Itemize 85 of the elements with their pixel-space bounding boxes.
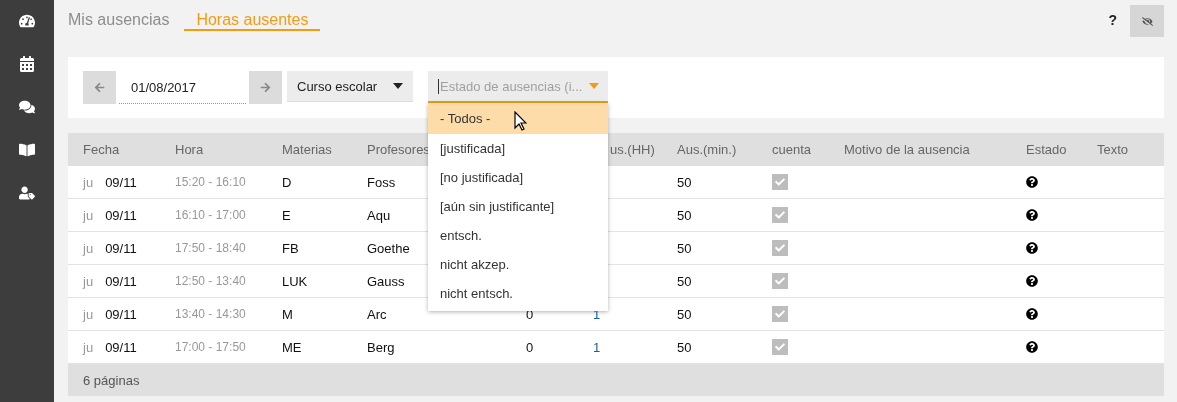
checkbox[interactable]: [772, 273, 788, 289]
time-cell: 17:00 - 17:50: [175, 340, 246, 354]
time-cell: 12:50 - 13:40: [175, 274, 246, 288]
minutes-cell: 50: [677, 306, 692, 322]
column-header: us.(HH): [609, 141, 655, 157]
weekday-cell: ju: [83, 273, 94, 289]
subject-cell: E: [282, 207, 291, 223]
dropdown-option[interactable]: entsch.: [428, 221, 608, 250]
subject-cell: ME: [282, 339, 302, 355]
arrow-left-icon: [94, 82, 105, 93]
column-header: Estado: [1026, 141, 1067, 157]
check-icon: [775, 342, 785, 352]
weekday-cell: ju: [83, 240, 94, 256]
date-cell: 09/11: [105, 207, 137, 223]
checkbox[interactable]: [772, 339, 788, 355]
time-cell: 17:50 - 18:40: [175, 241, 246, 255]
next-button[interactable]: [249, 71, 282, 104]
weekday-cell: ju: [83, 174, 94, 190]
column-header: Aus.(min.): [677, 141, 737, 157]
check-icon: [775, 309, 785, 319]
arrow-right-icon: [260, 82, 271, 93]
status-select[interactable]: Estado de ausencias (i...: [428, 71, 608, 103]
subject-cell: LUK: [282, 273, 308, 289]
period-select[interactable]: Curso escolar: [287, 71, 413, 102]
column-header: Fecha: [83, 141, 120, 157]
teacher-cell: Gauss: [367, 273, 405, 289]
time-cell: 16:10 - 17:00: [175, 208, 246, 222]
help-button[interactable]: ?: [1108, 12, 1117, 28]
book-icon[interactable]: [19, 142, 35, 158]
time-cell: 13:40 - 14:30: [175, 307, 246, 321]
teacher-cell: Goethe: [367, 240, 410, 256]
dropdown-option[interactable]: nicht entsch.: [428, 279, 608, 308]
teacher-cell: Foss: [367, 174, 396, 190]
date-cell: 09/11: [105, 174, 137, 190]
minutes-cell: 50: [677, 207, 692, 223]
mouse-pointer-icon: [514, 111, 527, 131]
check-icon: [775, 177, 785, 187]
weekday-cell: ju: [83, 306, 94, 322]
previous-button[interactable]: [83, 71, 116, 104]
weekday-cell: ju: [83, 207, 94, 223]
dropdown-option[interactable]: - Todos -: [428, 103, 608, 134]
minutes-cell: 50: [677, 240, 692, 256]
column-header: cuenta: [772, 141, 812, 157]
teacher-cell: Aqu: [367, 207, 391, 223]
checkbox[interactable]: [772, 240, 788, 256]
dropdown-option[interactable]: [no justificada]: [428, 163, 608, 192]
date-cell: 09/11: [105, 273, 137, 289]
checkbox[interactable]: [772, 207, 788, 223]
column-header: Texto: [1097, 141, 1129, 157]
teacher-cell: Arc: [367, 306, 387, 322]
date-cell: 09/11: [105, 339, 137, 355]
date-cell: 09/11: [105, 306, 137, 322]
column-header: Motivo de la ausencia: [844, 141, 970, 157]
caret-icon: [393, 83, 403, 89]
teacher-cell: Berg: [367, 339, 395, 355]
column-header: Materias: [282, 141, 332, 157]
column-header: Profesores: [367, 141, 430, 157]
minutes-cell: 50: [677, 273, 692, 289]
caret-icon: [589, 83, 599, 89]
subject-cell: D: [282, 174, 292, 190]
dropdown-option[interactable]: nicht akzep.: [428, 250, 608, 279]
eye-slash-icon: [1141, 15, 1153, 27]
check-icon: [775, 276, 785, 286]
check-icon: [775, 210, 785, 220]
minutes-cell: 50: [677, 174, 692, 190]
table-cell: 1: [593, 339, 601, 355]
check-icon: [775, 243, 785, 253]
visibility-button[interactable]: [1130, 5, 1164, 37]
dropdown-option[interactable]: [aún sin justificante]: [428, 192, 608, 221]
person-card-icon[interactable]: [19, 185, 35, 201]
date-cell: 09/11: [105, 240, 137, 256]
minutes-cell: 50: [677, 339, 692, 355]
table-cell: 0: [526, 339, 534, 355]
subject-cell: M: [282, 306, 293, 322]
checkbox[interactable]: [772, 174, 788, 190]
chat-icon[interactable]: [19, 99, 35, 115]
subject-cell: FB: [282, 240, 299, 256]
time-cell: 15:20 - 16:10: [175, 175, 246, 189]
gauge-icon[interactable]: [19, 13, 35, 29]
checkbox[interactable]: [772, 306, 788, 322]
page-count: 6 páginas: [68, 364, 1164, 396]
weekday-cell: ju: [83, 339, 94, 355]
dropdown-option[interactable]: [justificada]: [428, 134, 608, 163]
calendar-icon[interactable]: [19, 56, 35, 72]
column-header: Hora: [175, 141, 204, 157]
